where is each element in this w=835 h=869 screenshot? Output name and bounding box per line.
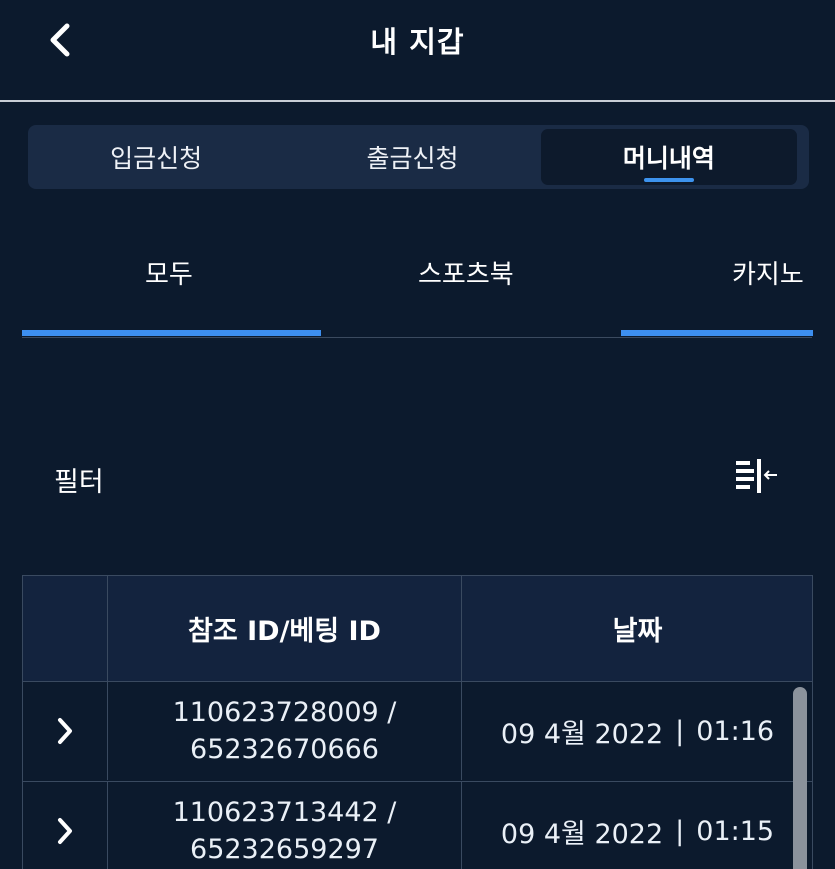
table-header: 참조 ID/베팅 ID 날짜 [22, 575, 813, 682]
wallet-screen: 내 지갑 입금신청 출금신청 머니내역 모두 스포츠북 카지노 필터 참조 ID… [0, 0, 835, 869]
tab-deposit[interactable]: 입금신청 [28, 125, 284, 189]
tab-money-history-label: 머니내역 [622, 144, 715, 173]
back-button[interactable] [40, 18, 80, 62]
active-tab-indicator [643, 178, 694, 182]
ref-id: 110623713442 / [172, 797, 397, 828]
table-row[interactable]: 110623713442 / 65232659297 09 4월 2022 | … [22, 782, 813, 869]
top-bar: 내 지갑 [0, 0, 835, 102]
category-tabs-baseline [22, 337, 812, 338]
time: 01:15 [696, 815, 775, 847]
tab-withdraw[interactable]: 출금신청 [284, 125, 540, 189]
chevron-left-icon [50, 23, 70, 57]
filter-label: 필터 [54, 467, 104, 498]
column-header-date: 날짜 [612, 616, 663, 647]
column-header-expand [23, 576, 108, 681]
ref-bet-id-cell: 110623713442 / 65232659297 [108, 782, 462, 869]
category-tab-sportsbook[interactable]: 스포츠북 [418, 254, 514, 291]
date-cell: 09 4월 2022 | 01:15 [462, 782, 813, 869]
filter-button[interactable] [734, 457, 782, 497]
date: 09 4월 2022 [500, 818, 664, 850]
wallet-tabs: 입금신청 출금신청 머니내역 [28, 125, 809, 189]
tab-withdraw-label: 출금신청 [366, 144, 459, 173]
category-tabs: 모두 스포츠북 카지노 [0, 230, 835, 340]
ref-id: 110623728009 / [172, 697, 397, 728]
expand-row-button[interactable] [23, 682, 108, 780]
column-header-ref-id: 참조 ID/베팅 ID [108, 576, 462, 681]
tab-deposit-label: 입금신청 [110, 144, 203, 173]
date-cell: 09 4월 2022 | 01:16 [462, 682, 813, 780]
money-history-table: 참조 ID/베팅 ID 날짜 110623728009 / 6523267066… [22, 575, 813, 869]
time: 01:16 [696, 715, 775, 747]
header-divider [0, 100, 835, 102]
date-separator: | [675, 815, 685, 847]
bet-id: 65232670666 [190, 734, 379, 765]
category-tab-all[interactable]: 모두 [145, 254, 193, 291]
date: 09 4월 2022 [500, 718, 664, 750]
category-indicator-right [621, 330, 813, 336]
bet-id: 65232659297 [190, 834, 379, 865]
table-scrollbar[interactable] [793, 687, 807, 869]
page-title: 내 지갑 [370, 25, 465, 59]
filter-sort-icon [736, 459, 777, 493]
chevron-right-icon [58, 818, 72, 844]
expand-row-button[interactable] [23, 782, 108, 869]
category-active-indicator [22, 330, 321, 336]
ref-bet-id-cell: 110623728009 / 65232670666 [108, 682, 462, 780]
tab-money-history[interactable]: 머니내역 [540, 129, 797, 185]
date-separator: | [675, 715, 685, 747]
category-tab-casino[interactable]: 카지노 [732, 254, 804, 291]
chevron-right-icon [58, 718, 72, 744]
table-row[interactable]: 110623728009 / 65232670666 09 4월 2022 | … [22, 682, 813, 782]
